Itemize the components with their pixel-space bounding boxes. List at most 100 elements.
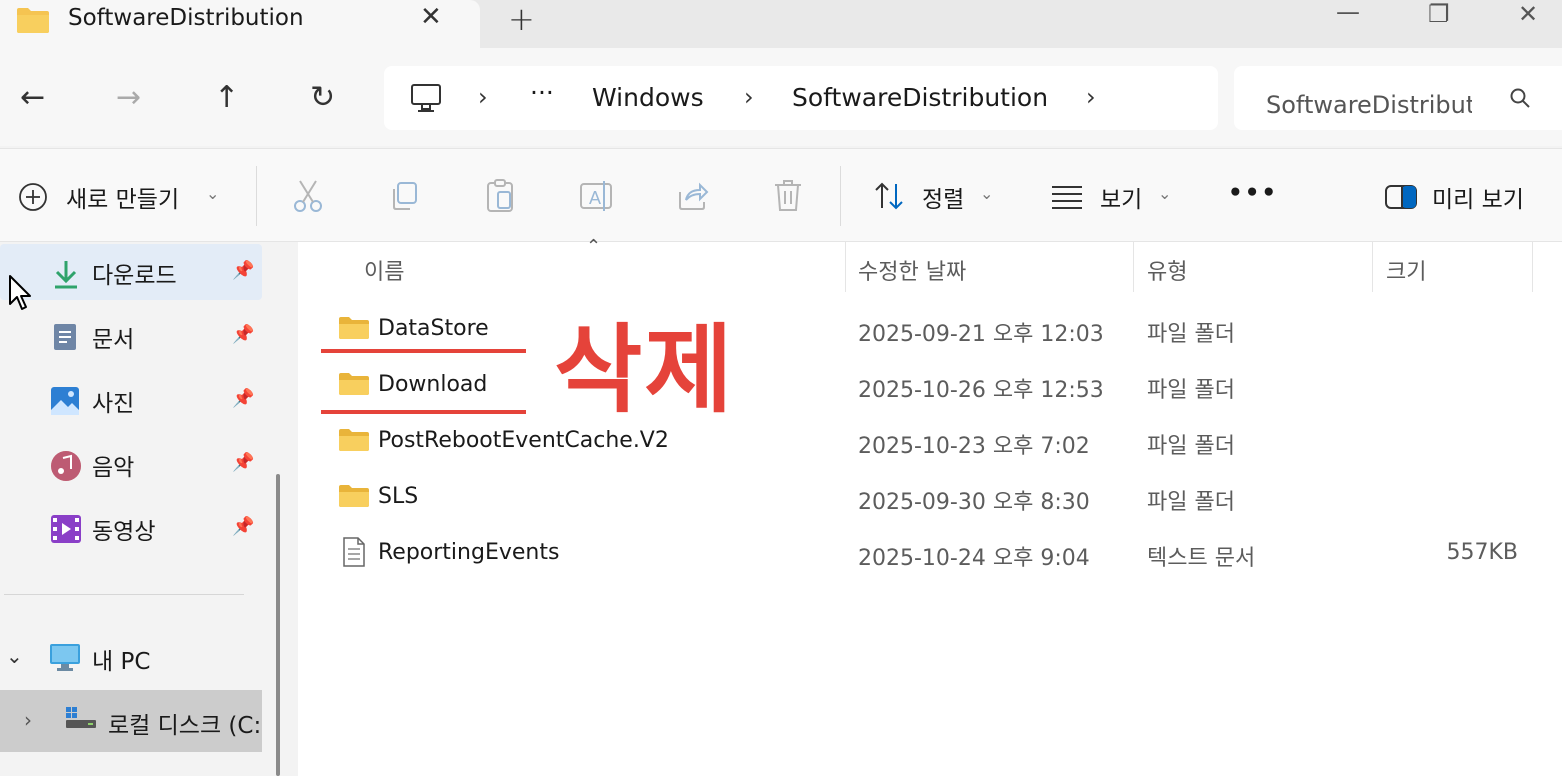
mouse-cursor-icon (9, 275, 31, 310)
view-button[interactable]: 보기 (1100, 180, 1142, 214)
pin-icon[interactable]: 📌 (232, 388, 254, 409)
download-icon (55, 261, 77, 289)
sort-icon (875, 182, 903, 210)
column-header-type[interactable]: 유형 (1147, 254, 1187, 286)
folder-icon (339, 429, 369, 451)
file-type: 텍스트 문서 (1147, 546, 1256, 571)
chevron-down-icon: ⌄ (1158, 184, 1172, 203)
chevron-down-icon: ⌄ (980, 184, 994, 203)
sidebar-item-label: 로컬 디스크 (C:) (108, 713, 260, 739)
copy-icon[interactable] (388, 180, 420, 212)
new-tab-button[interactable]: + (508, 0, 535, 38)
videos-icon (51, 515, 81, 543)
sidebar-item-label: 음악 (92, 455, 135, 481)
text-document-icon (343, 537, 365, 567)
sidebar-scrollbar[interactable] (262, 242, 298, 776)
sort-button[interactable]: 정렬 (922, 180, 964, 214)
expand-chevron-icon[interactable]: ⌄ (6, 644, 23, 668)
toolbar-divider (840, 166, 841, 226)
file-date: 2025-09-21 오후 12:03 (858, 322, 1104, 347)
file-size: 557KB (1446, 540, 1518, 565)
search-input[interactable]: SoftwareDistribution 검색 (1266, 85, 1472, 120)
share-icon[interactable] (676, 180, 710, 212)
paste-icon[interactable] (484, 178, 516, 214)
tab-softwaredistribution[interactable]: SoftwareDistribution ✕ (0, 0, 480, 48)
file-date: 2025-09-30 오후 8:30 (858, 490, 1090, 515)
sidebar-divider (4, 594, 244, 595)
chevron-down-icon: ⌄ (206, 184, 220, 203)
svg-text:A: A (589, 188, 601, 208)
preview-button[interactable]: 미리 보기 (1432, 180, 1524, 214)
sidebar-item-this-pc[interactable]: 내 PC (92, 642, 150, 676)
delete-icon[interactable] (772, 178, 804, 214)
new-button[interactable]: 새로 만들기 (66, 180, 179, 214)
pin-icon[interactable]: 📌 (232, 324, 254, 345)
file-date: 2025-10-26 오후 12:53 (858, 378, 1104, 403)
column-header-name[interactable]: 이름 (364, 254, 404, 286)
up-button[interactable]: ↑ (214, 78, 239, 118)
folder-icon (339, 485, 369, 507)
file-name[interactable]: Download (378, 372, 487, 397)
computer-icon (411, 84, 441, 112)
annotation-underline (321, 410, 526, 414)
breadcrumb-chevron[interactable]: › (478, 83, 488, 111)
breadcrumb-softwaredistribution[interactable]: SoftwareDistribution (792, 83, 1048, 112)
breadcrumb-chevron[interactable]: › (744, 83, 754, 111)
rename-icon[interactable]: A (578, 178, 614, 214)
folder-icon (339, 317, 369, 339)
drive-icon (66, 707, 96, 728)
file-type: 파일 폴더 (1147, 378, 1235, 403)
folder-icon (339, 373, 369, 395)
file-name[interactable]: DataStore (378, 316, 489, 341)
file-name[interactable]: ReportingEvents (378, 540, 559, 565)
column-divider[interactable] (845, 242, 846, 292)
sidebar-scrollbar-thumb[interactable] (276, 474, 280, 776)
sort-ascending-icon: ⌃ (586, 236, 602, 257)
file-date: 2025-10-23 오후 7:02 (858, 434, 1090, 459)
column-header-size[interactable]: 크기 (1386, 254, 1426, 286)
file-type: 파일 폴더 (1147, 490, 1235, 515)
file-type: 파일 폴더 (1147, 322, 1235, 347)
pin-icon[interactable]: 📌 (232, 516, 254, 537)
breadcrumb-more[interactable]: ··· (530, 78, 554, 107)
view-icon (1052, 186, 1082, 209)
search-icon[interactable] (1508, 86, 1532, 110)
minimize-button[interactable]: — (1336, 0, 1360, 26)
toolbar-divider (256, 166, 257, 226)
breadcrumb-windows[interactable]: Windows (592, 83, 704, 112)
maximize-button[interactable]: ❐ (1428, 0, 1450, 28)
column-divider[interactable] (1372, 242, 1373, 292)
column-divider[interactable] (1532, 242, 1533, 292)
sidebar-item-label: 다운로드 (92, 263, 177, 289)
sidebar-item-label: 문서 (92, 327, 135, 353)
computer-icon (50, 644, 80, 671)
documents-icon (54, 324, 76, 350)
refresh-button[interactable]: ↻ (310, 78, 335, 118)
close-button[interactable]: ✕ (1518, 0, 1538, 28)
column-divider[interactable] (1133, 242, 1134, 292)
annotation-underline (321, 349, 526, 353)
new-plus-icon (19, 183, 47, 211)
file-name[interactable]: PostRebootEventCache.V2 (378, 428, 669, 453)
forward-button[interactable]: → (116, 78, 141, 118)
tab-close-button[interactable]: ✕ (420, 2, 442, 32)
chevron-right-icon[interactable]: › (24, 708, 32, 732)
breadcrumb-chevron[interactable]: › (1086, 83, 1096, 111)
more-options-button[interactable]: ••• (1228, 180, 1278, 206)
folder-icon (17, 8, 49, 33)
file-type: 파일 폴더 (1147, 434, 1235, 459)
preview-pane-icon (1385, 185, 1417, 209)
delete-annotation-label: 삭제 (554, 314, 735, 426)
sidebar-item-label: 동영상 (92, 519, 156, 545)
back-button[interactable]: ← (20, 78, 45, 118)
pin-icon[interactable]: 📌 (232, 452, 254, 473)
column-header-date[interactable]: 수정한 날짜 (858, 254, 966, 286)
pictures-icon (51, 387, 79, 415)
sidebar-item-label: 사진 (92, 391, 135, 417)
pin-icon[interactable]: 📌 (232, 260, 254, 281)
file-date: 2025-10-24 오후 9:04 (858, 546, 1090, 571)
cut-icon[interactable] (292, 178, 324, 214)
music-icon (51, 451, 81, 481)
file-name[interactable]: SLS (378, 484, 418, 509)
tab-title: SoftwareDistribution (68, 5, 304, 31)
